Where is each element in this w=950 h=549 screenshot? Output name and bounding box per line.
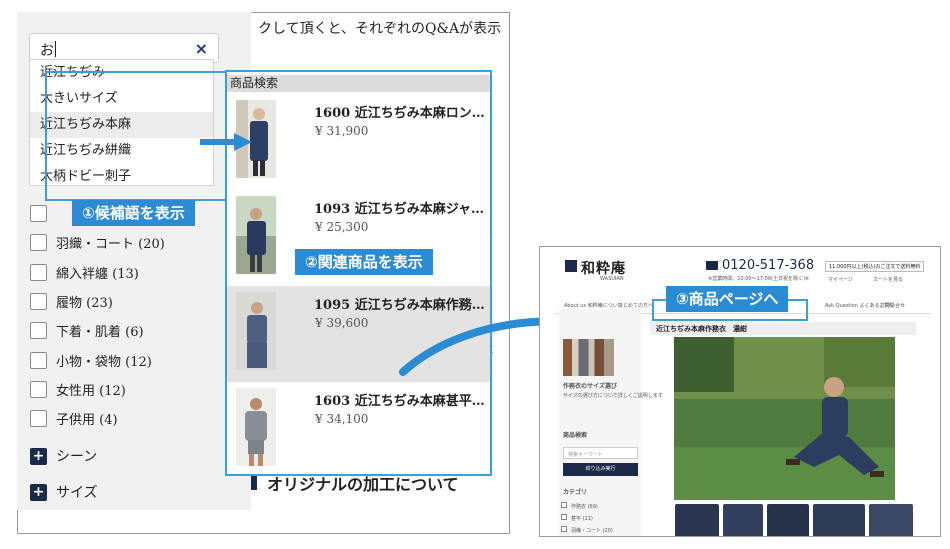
size-guide-heading: 作務衣のサイズ選び: [563, 383, 617, 390]
product-price: ¥ 39,600: [315, 316, 369, 330]
plus-icon: +: [30, 447, 47, 465]
product-item[interactable]: 1603 近江ちぢみ本麻甚平… ¥ 34,100: [227, 382, 490, 474]
checkbox[interactable]: [30, 380, 47, 398]
search-placeholder: 検索キーワード: [568, 452, 604, 458]
business-hours: ※営業時間：10:00～17:00(土日祝を除く)※: [708, 276, 810, 282]
category-label: 女性用 (12): [56, 383, 126, 399]
product-thumbnail: [236, 196, 276, 274]
phone-icon: [706, 261, 718, 270]
category-checkbox[interactable]: 下着・肌着 (6): [30, 320, 144, 340]
free-shipping-badge: 11,000円以上(税込)のご注文で送料無料: [825, 261, 925, 272]
product-thumbnail[interactable]: [723, 504, 763, 536]
category-label: 子供用 (4): [56, 412, 118, 428]
checkbox[interactable]: [30, 351, 47, 369]
plus-icon: +: [30, 483, 47, 501]
category-checkbox[interactable]: 履物 (23): [30, 291, 113, 311]
text-caret: [55, 41, 56, 57]
nav-item[interactable]: お問い合せ: [880, 302, 905, 309]
product-thumbnail: [236, 388, 276, 466]
category-checkbox[interactable]: 小物・袋物 (12): [30, 350, 152, 370]
product-thumbnail[interactable]: [675, 504, 719, 536]
facet-size[interactable]: + サイズ: [30, 482, 98, 502]
callout-step2: ②関連商品を表示: [295, 249, 433, 275]
product-price: ¥ 34,100: [315, 412, 369, 426]
product-name: 1093 近江ちぢみ本麻ジャ…: [314, 202, 485, 217]
callout-step3: ③商品ページへ: [666, 286, 789, 312]
checkbox[interactable]: [561, 526, 567, 532]
product-name: 1600 近江ちぢみ本麻ロン…: [314, 106, 485, 121]
suggestion-item[interactable]: 近江ちぢみ本麻: [30, 112, 213, 138]
phone-number: 0120-517-368: [722, 258, 815, 273]
category-heading: カテゴリ: [563, 489, 588, 496]
checkbox[interactable]: [30, 321, 47, 339]
category-label[interactable]: 羽織・コート (20): [571, 527, 613, 534]
arrow-right-icon: [200, 133, 252, 151]
category-checkbox[interactable]: 子供用 (4): [30, 408, 118, 428]
keyword-search-input[interactable]: 検索キーワード: [563, 447, 638, 459]
size-guide-note: サイズの選び方について詳しくご説明します: [563, 393, 663, 399]
category-label: 下着・肌着 (6): [56, 324, 144, 340]
nav-item[interactable]: はじめての方へ: [618, 302, 653, 309]
product-photo[interactable]: [674, 337, 895, 500]
checkbox[interactable]: [30, 292, 47, 310]
product-thumbnail[interactable]: [767, 504, 809, 536]
nav-item[interactable]: About us 和粋庵について: [564, 302, 623, 309]
filter-submit-button[interactable]: 絞り込み実行: [563, 463, 638, 476]
product-thumbnail[interactable]: [813, 504, 865, 536]
facet-label: サイズ: [56, 485, 98, 501]
suggestion-item[interactable]: 近江ちぢみ絣織: [30, 138, 213, 164]
product-price: ¥ 31,900: [315, 124, 369, 138]
suggestion-dropdown: 近江ちぢみ 大きいサイズ 近江ちぢみ本麻 近江ちぢみ絣織 大柄ドビー刺子: [29, 59, 214, 186]
category-label: 履物 (23): [56, 295, 113, 311]
cart-link[interactable]: カートを見る: [873, 276, 903, 283]
facet-label: シーン: [56, 449, 98, 465]
suggestion-item[interactable]: 大柄ドビー刺子: [30, 164, 213, 185]
product-thumbnail[interactable]: [869, 504, 913, 536]
callout-step1: ①候補語を表示: [72, 200, 195, 226]
product-thumbnail: [236, 292, 276, 370]
search-heading: 商品検索: [563, 432, 588, 439]
category-checkbox[interactable]: 羽織・コート (20): [30, 232, 165, 252]
site-logo[interactable]: 和粋庵: [581, 258, 626, 278]
popup-header: 商品検索: [227, 75, 490, 92]
checkbox[interactable]: [30, 204, 47, 222]
logo-icon: [565, 260, 577, 272]
product-name: 1603 近江ちぢみ本麻甚平…: [314, 394, 485, 409]
product-price: ¥ 25,300: [315, 220, 369, 234]
category-checkbox[interactable]: 綿入袢纏 (13): [30, 262, 139, 282]
facet-scene[interactable]: + シーン: [30, 446, 97, 466]
product-title: 近江ちぢみ本麻作務衣 濃紺: [656, 324, 747, 333]
checkbox[interactable]: [30, 409, 47, 427]
clear-icon[interactable]: ×: [195, 39, 208, 58]
suggestion-item[interactable]: 大きいサイズ: [30, 86, 213, 112]
checkbox[interactable]: [30, 263, 47, 281]
category-label: 綿入袢纏 (13): [56, 266, 139, 282]
checkbox[interactable]: [561, 502, 567, 508]
logo-sub: WASUIAN: [600, 276, 624, 282]
category-label: 小物・袋物 (12): [56, 354, 152, 370]
category-checkbox[interactable]: [30, 203, 56, 223]
mypage-link[interactable]: マイページ: [828, 276, 853, 283]
category-label[interactable]: 作務衣 (69): [571, 503, 598, 510]
category-label: 羽織・コート (20): [56, 236, 165, 252]
size-guide-image[interactable]: [563, 339, 614, 376]
intro-text: クして頂くと、それぞれのQ&Aが表示: [258, 21, 502, 37]
category-checkbox[interactable]: 女性用 (12): [30, 379, 126, 399]
search-input-value: お: [40, 43, 54, 59]
checkbox[interactable]: [30, 233, 47, 251]
suggestion-item[interactable]: 近江ちぢみ: [30, 60, 213, 86]
product-item[interactable]: 1600 近江ちぢみ本麻ロン… ¥ 31,900: [227, 94, 490, 190]
checkbox[interactable]: [561, 514, 567, 520]
category-label[interactable]: 甚平 (11): [571, 515, 593, 522]
